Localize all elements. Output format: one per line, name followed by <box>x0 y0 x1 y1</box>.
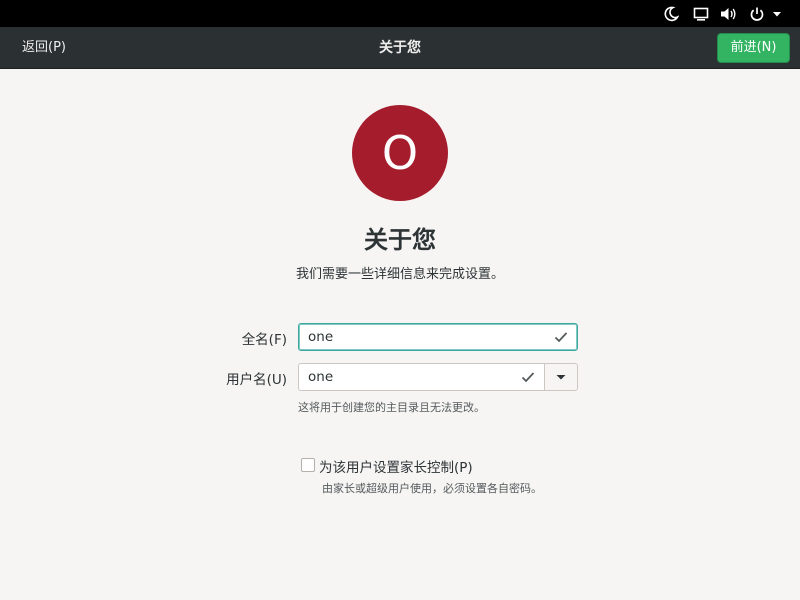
fullname-field[interactable]: one <box>298 323 578 351</box>
fullname-label: 全名(F) <box>241 332 287 348</box>
page-subtitle: 我们需要一些详细信息来完成设置。 <box>295 267 504 282</box>
avatar[interactable]: O <box>352 105 448 201</box>
chevron-down-icon <box>555 368 567 387</box>
username-hint: 这将用于创建您的主目录且无法更改。 <box>298 401 485 414</box>
check-icon <box>520 369 536 385</box>
back-button[interactable]: 返回(P) <box>12 33 76 63</box>
check-icon <box>553 329 569 345</box>
fullname-value: one <box>308 329 334 345</box>
chevron-down-icon[interactable] <box>767 4 787 24</box>
username-dropdown-button[interactable] <box>544 363 578 391</box>
display-icon[interactable] <box>691 4 711 24</box>
parental-controls-hint: 由家长或超级用户使用，必须设置各自密码。 <box>322 482 542 495</box>
parental-controls-label[interactable]: 为该用户设置家长控制(P) <box>319 456 473 476</box>
next-button[interactable]: 前进(N) <box>717 33 790 63</box>
parental-controls-checkbox[interactable] <box>301 458 315 472</box>
page-title: 关于您 <box>364 226 436 254</box>
volume-icon[interactable] <box>719 4 739 24</box>
username-value: one <box>308 369 334 385</box>
power-icon[interactable] <box>747 4 767 24</box>
username-field[interactable]: one <box>298 363 545 391</box>
top-panel <box>0 0 800 27</box>
night-light-icon[interactable] <box>661 4 681 24</box>
header-title: 关于您 <box>379 40 421 56</box>
header-bar: 返回(P) 关于您 前进(N) <box>0 27 800 69</box>
username-label: 用户名(U) <box>226 372 287 388</box>
